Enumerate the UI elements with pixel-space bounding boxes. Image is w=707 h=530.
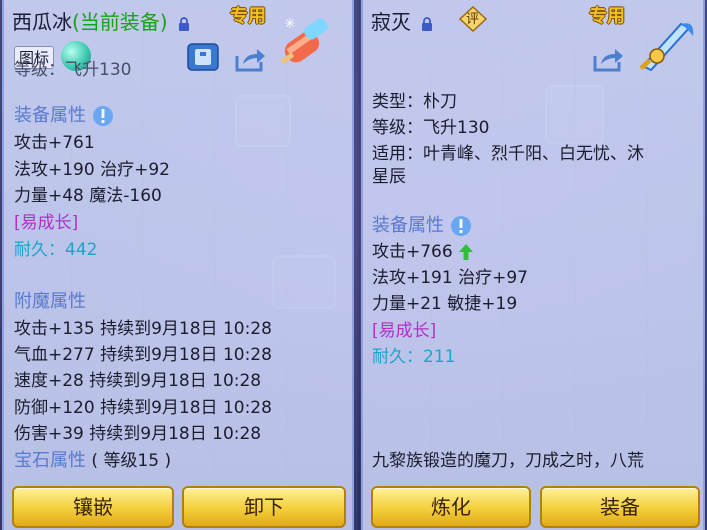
growth-label: [易成长] (14, 213, 79, 233)
item-name: 寂灭 (371, 10, 411, 34)
growth-label: [易成长] (372, 321, 437, 341)
section-equip-attrs: 装备属性 (372, 215, 472, 237)
storage-icon[interactable] (186, 42, 220, 72)
exclusive-label: 专用 (230, 6, 266, 27)
share-icon[interactable] (591, 44, 625, 74)
info-icon[interactable] (450, 215, 472, 237)
item-description: 九黎族锻造的魔刀，刀成之时，八荒 (372, 451, 644, 471)
section-gem: 宝石属性 ( 等级15 ) (14, 450, 172, 472)
item-suitable: 适用：叶青峰、烈千阳、白无忧、沐 (372, 144, 644, 164)
section-enchant-title: 附魔属性 (14, 291, 86, 312)
attr-line-text: 攻击+766 (372, 242, 453, 262)
attr-line: 力量+21 敏捷+19 (372, 294, 518, 314)
enchant-line: 攻击+135 持续到9月18日 10:28 (14, 319, 272, 339)
durability-label: 耐久：211 (372, 347, 456, 367)
unequip-button[interactable]: 卸下 (182, 486, 346, 528)
exclusive-label: 专用 (589, 6, 625, 27)
attr-line: 攻击+761 (14, 133, 95, 153)
item-name: 西瓜冰 (12, 10, 72, 34)
review-label: 评 (466, 12, 480, 27)
attr-line: 攻击+766 (372, 242, 474, 262)
equipped-status: (当前装备) (72, 10, 168, 34)
item-suitable-cont: 星辰 (372, 167, 406, 187)
item-level: 等级：飞升130 (372, 118, 490, 138)
durability-label: 耐久：442 (14, 240, 98, 260)
info-icon[interactable] (92, 105, 114, 127)
lock-icon (422, 16, 433, 31)
equip-button[interactable]: 装备 (540, 486, 700, 528)
enchant-line: 防御+120 持续到9月18日 10:28 (14, 398, 272, 418)
enchant-line: 伤害+39 持续到9月18日 10:28 (14, 424, 262, 444)
sword-weapon-icon (640, 22, 694, 72)
item-title: 西瓜冰(当前装备) (12, 6, 190, 35)
equipment-panel-compare: 寂灭 评 专用 类型：朴刀 等级：飞升130 适用：叶青峰、烈千阳、白无忧、沐 … (361, 0, 705, 530)
refine-button[interactable]: 炼化 (371, 486, 531, 528)
item-type: 类型：朴刀 (372, 92, 457, 112)
attr-line: 力量+48 魔法-160 (14, 186, 162, 206)
popsicle-weapon-icon: ✳ (280, 16, 328, 64)
item-title: 寂灭 (371, 6, 433, 35)
enchant-line: 速度+28 持续到9月18日 10:28 (14, 371, 262, 391)
svg-text:✳: ✳ (284, 16, 296, 32)
inlay-button[interactable]: 镶嵌 (12, 486, 174, 528)
section-gem-title: 宝石属性 (14, 450, 86, 471)
attr-line: 法攻+191 治疗+97 (372, 268, 528, 288)
attr-line: 法攻+190 治疗+92 (14, 160, 170, 180)
enchant-line: 气血+277 持续到9月18日 10:28 (14, 345, 272, 365)
lock-icon (178, 16, 189, 31)
arrow-up-icon (459, 244, 474, 260)
section-equip-attrs-title: 装备属性 (14, 105, 86, 126)
equipment-panel-current: 西瓜冰(当前装备) 专用 ✳ 图标 等级：飞升130 装备属性 攻击+761 法… (2, 0, 354, 530)
section-equip-attrs: 装备属性 (14, 105, 114, 127)
level-partial: 等级：飞升130 (14, 60, 132, 80)
gem-level: ( 等级15 ) (91, 451, 172, 471)
share-icon[interactable] (233, 44, 267, 74)
section-equip-attrs-title: 装备属性 (372, 215, 444, 236)
